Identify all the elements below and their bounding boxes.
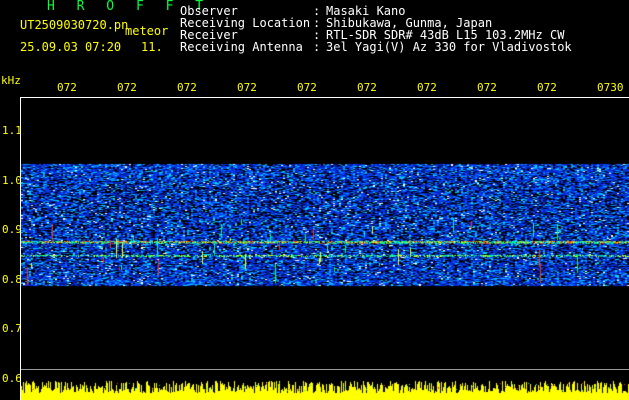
y-tick-label: 0.9 [2, 223, 22, 236]
y-tick-label: 0.7 [2, 322, 22, 335]
x-tick-label: 0730 [597, 81, 624, 94]
x-tick-label: 072 [237, 81, 257, 94]
x-tick-label: 072 [297, 81, 317, 94]
spectrogram-window: H R O F F T UT2509030720.pn meteor 25.09… [0, 0, 629, 400]
meta-key-antenna: Receiving Antenna [180, 40, 303, 54]
file-suffix: meteor [125, 24, 169, 38]
y-axis-unit: kHz [1, 74, 21, 87]
y-tick-label: 1.1 [2, 124, 22, 137]
file-name: UT2509030720.pn [20, 18, 129, 32]
count-label: 11. [141, 40, 163, 54]
x-tick-label: 072 [357, 81, 377, 94]
meta-value-antenna: 3el Yagi(V) Az 330 for Vladivostok [326, 40, 572, 54]
y-tick-label: 1.0 [2, 174, 22, 187]
x-tick-label: 072 [57, 81, 77, 94]
waterfall-spectrogram [21, 98, 629, 400]
y-tick-label: 0.8 [2, 273, 22, 286]
x-tick-label: 072 [417, 81, 437, 94]
signal-baseline [21, 369, 629, 370]
x-tick-label: 072 [177, 81, 197, 94]
y-tick-label: 0.6 [2, 372, 22, 385]
x-tick-label: 072 [117, 81, 137, 94]
date-time: 25.09.03 07:20 [20, 40, 122, 54]
meta-separator: : [313, 40, 321, 54]
x-tick-label: 072 [477, 81, 497, 94]
x-tick-label: 072 [537, 81, 557, 94]
